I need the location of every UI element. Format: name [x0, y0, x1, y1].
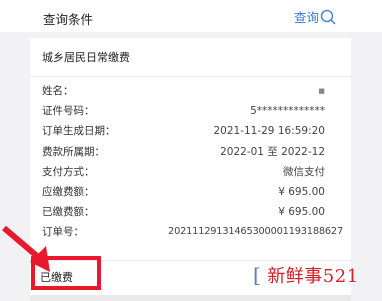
row-value: 2021-11-29 16:59:20: [213, 125, 325, 138]
watermark: [新鲜事521: [253, 262, 359, 288]
detail-row-id: 证件号码： 5*************: [30, 101, 351, 121]
detail-list: 姓名： ■ 证件号码： 5************* 订单生成日期： 2021-…: [30, 81, 351, 243]
detail-row-period: 费款所属期： 2022-01 至 2022-12: [30, 142, 351, 162]
row-value: 微信支付: [283, 165, 325, 178]
row-label: 姓名：: [42, 85, 74, 97]
search-icon: [320, 9, 336, 24]
row-value: 2022-01 至 2022-12: [220, 145, 325, 158]
highlight-box: [31, 256, 101, 290]
row-label: 订单生成日期：: [42, 125, 116, 138]
query-label: 查询: [293, 10, 319, 25]
query-button[interactable]: 查询: [294, 7, 336, 26]
row-label: 应缴费额：: [42, 185, 95, 198]
detail-row-order-date: 订单生成日期： 2021-11-29 16:59:20: [30, 121, 351, 141]
detail-row-name: 姓名： ■: [30, 81, 351, 101]
watermark-text: 新鲜事521: [267, 266, 359, 287]
watermark-bracket: [: [253, 263, 262, 287]
row-label: 费款所属期：: [42, 145, 105, 158]
row-value: 5*************: [250, 105, 325, 118]
card-bottom-strip: [30, 295, 351, 301]
row-value: ■: [318, 87, 325, 95]
row-label: 证件号码：: [42, 105, 95, 118]
row-value: ¥ 695.00: [278, 206, 325, 219]
row-value: ¥ 695.00: [278, 185, 325, 198]
top-bar: 查询条件 查询: [0, 0, 382, 32]
detail-row-order-number: 订单号： 20211129131465300001193188627: [30, 222, 351, 242]
card-title: 城乡居民日常缴费: [30, 38, 351, 77]
detail-row-payment-method: 支付方式： 微信支付: [30, 162, 351, 182]
page-title: 查询条件: [43, 12, 94, 27]
row-label: 支付方式：: [42, 165, 95, 178]
detail-row-amount-paid: 已缴费额： ¥ 695.00: [30, 202, 351, 222]
row-value: 20211129131465300001193188627: [168, 226, 343, 238]
detail-row-amount-due: 应缴费额： ¥ 695.00: [30, 182, 351, 202]
